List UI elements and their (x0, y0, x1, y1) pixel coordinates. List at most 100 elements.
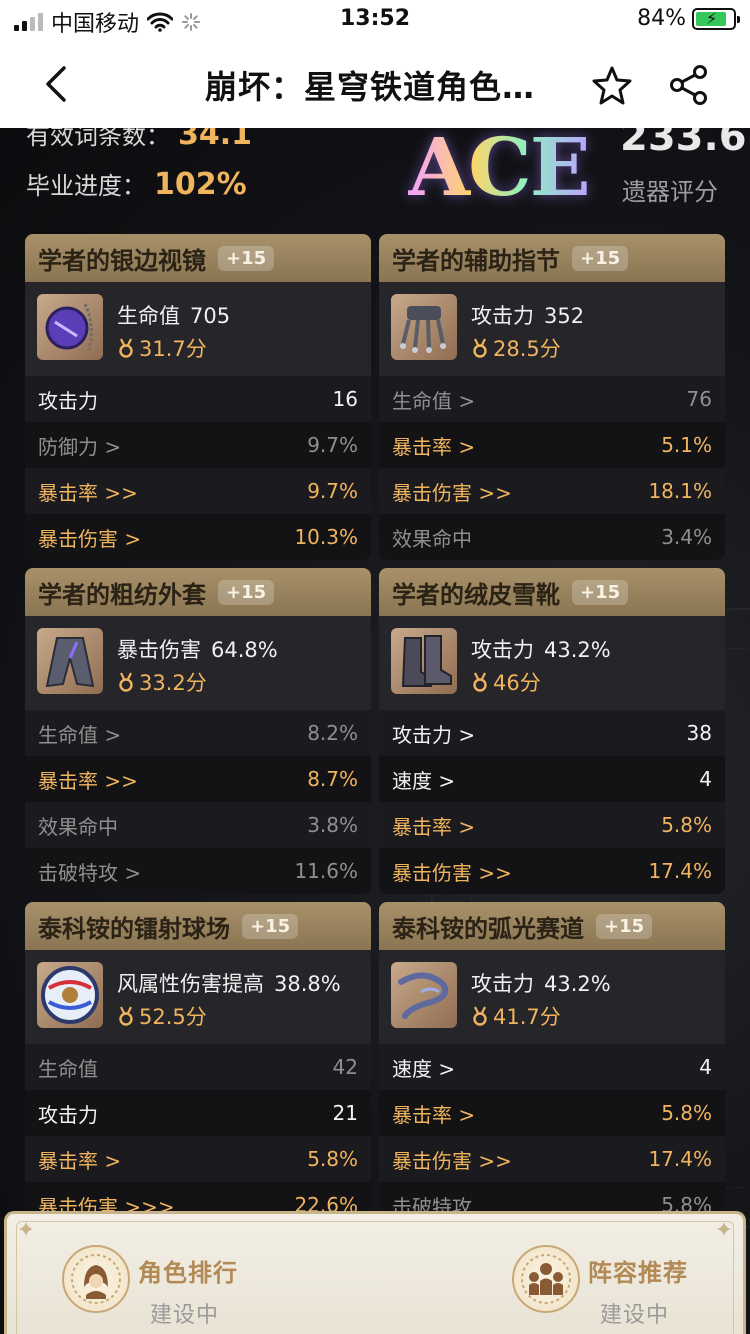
substat-row[interactable]: 暴击伤害 >> 17.4% (379, 848, 725, 894)
relic-card-header: 学者的绒皮雪靴 +15 (379, 568, 725, 616)
relic-score-text: 33.2分 (139, 671, 207, 695)
relic-main-stat: 暴击伤害 64.8% (117, 634, 278, 664)
character-ranking-button[interactable]: 角色排行 建设中 (40, 1221, 320, 1331)
battery-percent: 84% (637, 6, 686, 31)
substat-list: 生命值 42 攻击力 21 暴击率 > 5.8% 暴击伤害 >>> 22.6% (25, 1044, 371, 1228)
substat-row[interactable]: 暴击伤害 >> 17.4% (379, 1136, 725, 1182)
substat-label: 生命值 > (392, 388, 476, 413)
relic-card-header: 泰科铵的镭射球场 +15 (25, 902, 371, 950)
substat-row[interactable]: 暴击伤害 >> 18.1% (379, 468, 725, 514)
relic-card[interactable]: 学者的辅助指节 +15 攻击力 352 28.5分 生命值 > 76 暴击率 > … (379, 234, 725, 560)
bottom-panel: ✦ ✦ 角色排行 建设中 阵容推荐 建设中 (0, 1207, 750, 1334)
relic-card[interactable]: 学者的粗纺外套 +15 暴击伤害 64.8% 33.2分 生命值 > 8.2% 暴… (25, 568, 371, 894)
main-stat-value: 43.2% (544, 972, 611, 996)
relic-level-badge: +15 (218, 579, 275, 605)
substat-row[interactable]: 速度 > 4 (379, 756, 725, 802)
substat-row[interactable]: 生命值 > 8.2% (25, 710, 371, 756)
substat-row[interactable]: 击破特攻 > 11.6% (25, 848, 371, 894)
relic-score: 46分 (471, 667, 541, 697)
relic-score-text: 31.7分 (139, 337, 207, 361)
substat-value: 3.8% (307, 813, 358, 837)
substat-row[interactable]: 速度 > 4 (379, 1044, 725, 1090)
main-stat-value: 43.2% (544, 638, 611, 662)
relic-card-header: 学者的辅助指节 +15 (379, 234, 725, 282)
substat-list: 攻击力 16 防御力 > 9.7% 暴击率 >> 9.7% 暴击伤害 > 10.… (25, 376, 371, 560)
team-recommend-title: 阵容推荐 (588, 1259, 688, 1287)
main-stat-value: 64.8% (211, 638, 278, 662)
favorite-star-icon[interactable] (590, 64, 634, 108)
substat-row[interactable]: 攻击力 21 (25, 1090, 371, 1136)
substat-row[interactable]: 攻击力 16 (25, 376, 371, 422)
relic-card-header: 学者的粗纺外套 +15 (25, 568, 371, 616)
substat-list: 生命值 > 76 暴击率 > 5.1% 暴击伤害 >> 18.1% 效果命中 3… (379, 376, 725, 560)
substat-row[interactable]: 防御力 > 9.7% (25, 422, 371, 468)
team-recommend-button[interactable]: 阵容推荐 建设中 (490, 1221, 730, 1331)
relic-card[interactable]: 泰科铵的弧光赛道 +15 攻击力 43.2% 41.7分 速度 > 4 暴击率 >… (379, 902, 725, 1228)
substat-label: 生命值 > (38, 722, 122, 747)
substat-list: 生命值 > 8.2% 暴击率 >> 8.7% 效果命中 3.8% 击破特攻 > … (25, 710, 371, 894)
share-icon[interactable] (668, 64, 710, 106)
substat-row[interactable]: 生命值 > 76 (379, 376, 725, 422)
relic-card[interactable]: 学者的银边视镜 +15 生命值 705 31.7分 攻击力 16 防御力 > 9.… (25, 234, 371, 560)
substat-value: 4 (699, 767, 712, 791)
substat-label: 暴击伤害 >> (392, 1148, 512, 1173)
substat-value: 76 (686, 387, 712, 411)
substat-label: 暴击率 > (38, 1148, 122, 1173)
nav-bar: 崩坏：星穹铁道角色… (0, 40, 750, 128)
substat-row[interactable]: 暴击率 >> 8.7% (25, 756, 371, 802)
substat-row[interactable]: 暴击率 >> 9.7% (25, 468, 371, 514)
substat-value: 10.3% (294, 525, 358, 549)
substat-value: 42 (332, 1055, 358, 1079)
main-stat-label: 攻击力 (471, 304, 534, 328)
medal-icon (119, 338, 133, 358)
relic-level-badge: +15 (596, 913, 653, 939)
character-ranking-icon (62, 1245, 130, 1313)
substat-row[interactable]: 暴击率 > 5.1% (379, 422, 725, 468)
medal-icon (473, 338, 487, 358)
substat-label: 暴击率 > (392, 1102, 476, 1127)
medal-icon (473, 1006, 487, 1026)
substat-value: 5.8% (661, 813, 712, 837)
main-stat-label: 风属性伤害提高 (117, 972, 264, 996)
substat-row[interactable]: 暴击伤害 > 10.3% (25, 514, 371, 560)
substat-row[interactable]: 效果命中 3.8% (25, 802, 371, 848)
substat-value: 8.2% (307, 721, 358, 745)
relic-main-stat: 攻击力 352 (471, 300, 584, 330)
substat-row[interactable]: 攻击力 > 38 (379, 710, 725, 756)
relic-card[interactable]: 泰科铵的镭射球场 +15 风属性伤害提高 38.8% 52.5分 生命值 42 攻… (25, 902, 371, 1228)
back-arrow-icon[interactable] (36, 62, 76, 106)
status-bar: 中国移动 13:52 84% ⚡ (0, 0, 750, 40)
relic-main-stat: 攻击力 43.2% (471, 968, 611, 998)
substat-label: 攻击力 (38, 1102, 98, 1127)
boots-relic-icon (391, 628, 457, 694)
relic-name: 学者的绒皮雪靴 (392, 580, 560, 609)
gauntlet-relic-icon (391, 294, 457, 360)
substat-label: 生命值 (38, 1056, 98, 1081)
substat-value: 5.8% (307, 1147, 358, 1171)
relic-score: 28.5分 (471, 333, 561, 363)
relic-level-badge: +15 (242, 913, 299, 939)
relic-main-stat-area: 暴击伤害 64.8% 33.2分 (25, 616, 371, 710)
substat-row[interactable]: 暴击率 > 5.8% (379, 1090, 725, 1136)
substat-label: 暴击率 > (392, 434, 476, 459)
relic-score: 52.5分 (117, 1001, 207, 1031)
substat-value: 5.8% (661, 1101, 712, 1125)
substat-value: 17.4% (648, 859, 712, 883)
substat-row[interactable]: 暴击率 > 5.8% (379, 802, 725, 848)
substat-row[interactable]: 生命值 42 (25, 1044, 371, 1090)
substat-row[interactable]: 效果命中 3.4% (379, 514, 725, 560)
relic-score-value: 233.6 (620, 128, 747, 160)
substat-value: 18.1% (648, 479, 712, 503)
substat-value: 5.1% (661, 433, 712, 457)
build-progress: 毕业进度： 102% (26, 166, 247, 202)
relic-card-header: 泰科铵的弧光赛道 +15 (379, 902, 725, 950)
substat-value: 16 (332, 387, 358, 411)
substat-value: 21 (332, 1101, 358, 1125)
relic-card[interactable]: 学者的绒皮雪靴 +15 攻击力 43.2% 46分 攻击力 > 38 速度 > 4… (379, 568, 725, 894)
relic-score: 31.7分 (117, 333, 207, 363)
substat-value: 11.6% (294, 859, 358, 883)
substat-row[interactable]: 暴击率 > 5.8% (25, 1136, 371, 1182)
effective-rolls-label: 有效词条数： (26, 128, 170, 150)
main-content[interactable]: 有效词条数： 34.1 毕业进度： 102% ACE 233.6 遗器评分 学者的银… (0, 128, 750, 1334)
relic-name: 学者的辅助指节 (392, 246, 560, 275)
